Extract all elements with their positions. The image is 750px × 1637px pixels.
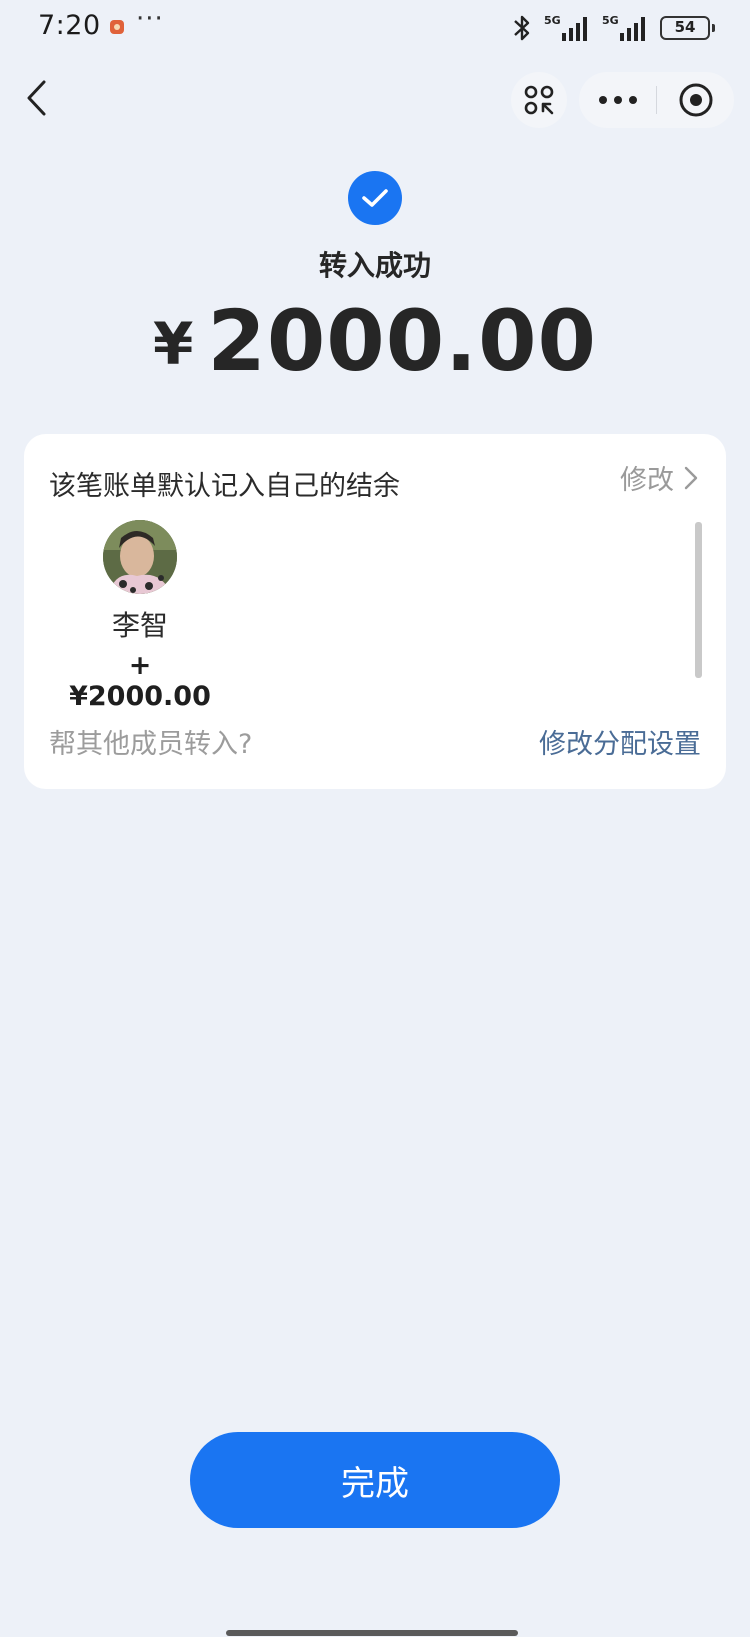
edit-allocation-settings-link[interactable]: 修改分配设置 [539, 722, 701, 761]
status-icons: 5G 5G 54 [510, 12, 715, 44]
check-circle-icon [348, 171, 402, 225]
member-item[interactable]: 李智 +¥2000.00 [60, 520, 220, 712]
help-others-transfer[interactable]: 帮其他成员转入? [49, 722, 252, 761]
app-notification-icon [110, 20, 124, 34]
more-icon [598, 96, 637, 104]
currency-symbol: ¥ [153, 310, 194, 378]
edit-label: 修改 [620, 465, 674, 496]
svg-text:5G: 5G [544, 14, 561, 27]
status-time: 7:20 [38, 10, 101, 41]
card-title: 该笔账单默认记入自己的结余 [49, 471, 400, 502]
signal-5g-icon-2: 5G [602, 14, 645, 41]
more-button[interactable] [579, 72, 656, 128]
member-amount: +¥2000.00 [69, 650, 211, 712]
home-indicator [226, 1630, 518, 1636]
status-bar: 7:20 ··· 5G 5G 54 [0, 0, 750, 56]
done-button[interactable]: 完成 [190, 1432, 560, 1528]
allocation-card: 该笔账单默认记入自己的结余 修改 李智 +¥2000.00 帮其他成员转入? 修… [24, 434, 726, 789]
signal-5g-icon: 5G [544, 14, 587, 41]
svg-text:5G: 5G [602, 14, 619, 27]
miniapp-capsule [579, 72, 734, 128]
bluetooth-icon [514, 15, 530, 41]
member-list-scrollbar[interactable] [695, 522, 702, 678]
scan-icon [524, 85, 554, 115]
battery-icon: 54 [660, 16, 715, 40]
back-icon [27, 80, 46, 116]
close-miniapp-button[interactable] [657, 72, 734, 128]
edit-button[interactable]: 修改 [620, 458, 698, 497]
close-miniapp-icon [679, 83, 712, 117]
amount-value: 2000.00 [207, 292, 597, 390]
transfer-amount: ¥2000.00 [0, 292, 750, 390]
scan-button[interactable] [511, 72, 567, 128]
status-more-dots: ··· [136, 4, 164, 34]
chevron-right-icon [684, 466, 698, 489]
avatar [103, 520, 177, 594]
success-title: 转入成功 [318, 249, 431, 282]
back-button[interactable] [18, 76, 58, 120]
member-name: 李智 [111, 609, 168, 642]
